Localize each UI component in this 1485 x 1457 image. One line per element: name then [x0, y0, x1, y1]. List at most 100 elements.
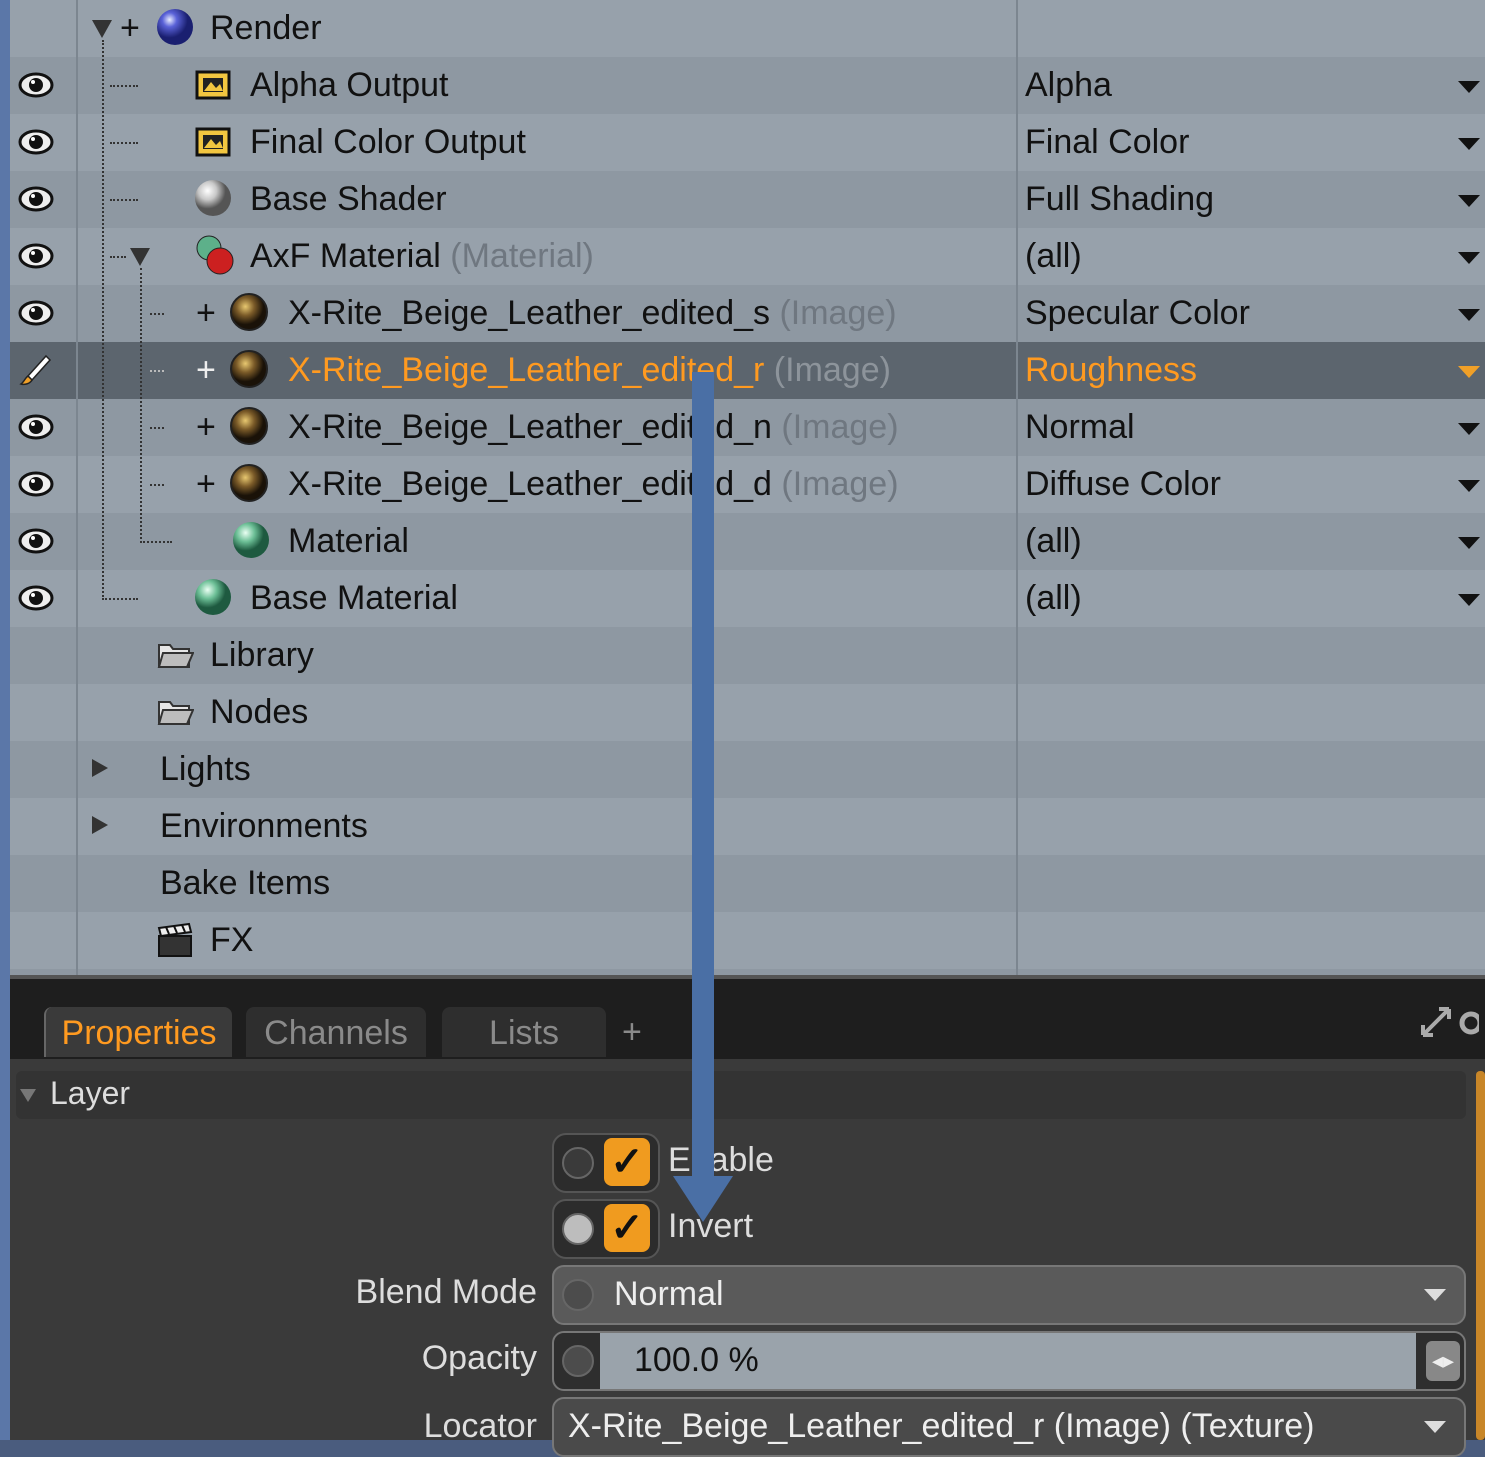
expand-gear-icons[interactable]: [1419, 1005, 1483, 1047]
scrollbar[interactable]: [1476, 1071, 1485, 1440]
eye-visibility-icon[interactable]: [18, 411, 54, 443]
tree-row-image-layer-selected[interactable]: + X-Rite_Beige_Leather_edited_r (Image) …: [10, 342, 1485, 399]
collapse-caret-icon[interactable]: [92, 759, 108, 777]
blend-mode-label: Blend Mode: [355, 1273, 537, 1311]
tree-row-label: Lights: [160, 750, 251, 788]
effect-value[interactable]: Roughness: [1025, 350, 1197, 390]
invert-checkbox-group[interactable]: ✓: [552, 1199, 660, 1259]
tree-row-lights[interactable]: Lights: [10, 741, 1485, 798]
effect-value[interactable]: Specular Color: [1025, 293, 1250, 333]
tree-connector: [110, 85, 138, 87]
tree-row-label: Final Color Output: [250, 123, 526, 161]
tab-properties[interactable]: Properties: [44, 1007, 232, 1057]
dropdown-arrow-icon[interactable]: [1458, 537, 1480, 549]
tree-row-nodes[interactable]: Nodes: [10, 684, 1485, 741]
opacity-slider[interactable]: 100.0 % ◂▸: [552, 1331, 1466, 1391]
tree-row-image-layer[interactable]: + X-Rite_Beige_Leather_edited_n (Image) …: [10, 399, 1485, 456]
folder-icon: [157, 701, 194, 725]
blend-mode-dropdown[interactable]: Normal: [552, 1265, 1466, 1325]
add-icon[interactable]: +: [196, 464, 216, 504]
tree-row-image-layer[interactable]: + X-Rite_Beige_Leather_edited_s (Image) …: [10, 285, 1485, 342]
eye-visibility-icon[interactable]: [18, 240, 54, 272]
dropdown-arrow-icon[interactable]: [1458, 366, 1480, 378]
tree-row-base-material[interactable]: Base Material (all): [10, 570, 1485, 627]
expand-icon[interactable]: [1419, 1005, 1483, 1039]
locator-value: X-Rite_Beige_Leather_edited_r (Image) (T…: [568, 1407, 1315, 1445]
effect-value[interactable]: Normal: [1025, 407, 1135, 447]
tree-row-label: Render: [210, 9, 322, 47]
paint-brush-icon[interactable]: [18, 354, 54, 386]
tree-connector: [150, 370, 164, 372]
eye-visibility-icon[interactable]: [18, 468, 54, 500]
enable-checkbox-group[interactable]: ✓: [552, 1133, 660, 1193]
collapse-caret-icon[interactable]: [92, 816, 108, 834]
locator-dropdown[interactable]: X-Rite_Beige_Leather_edited_r (Image) (T…: [552, 1397, 1466, 1457]
add-icon[interactable]: +: [196, 350, 216, 390]
tree-row-axf-material[interactable]: AxF Material (Material) (all): [10, 228, 1485, 285]
opacity-value[interactable]: 100.0 %: [634, 1341, 759, 1380]
tab-channels[interactable]: Channels: [246, 1007, 426, 1057]
dropdown-arrow-icon[interactable]: [1458, 423, 1480, 435]
eye-visibility-icon[interactable]: [18, 126, 54, 158]
dropdown-arrow-icon: [1424, 1289, 1446, 1301]
slider-handle-icon[interactable]: ◂▸: [1426, 1341, 1460, 1381]
eye-visibility-icon[interactable]: [18, 582, 54, 614]
tree-row-final-color-output[interactable]: Final Color Output Final Color: [10, 114, 1485, 171]
dropdown-arrow-icon[interactable]: [1458, 480, 1480, 492]
tree-row-label: X-Rite_Beige_Leather_edited_s (Image): [288, 294, 897, 332]
tree-row-alpha-output[interactable]: Alpha Output Alpha: [10, 57, 1485, 114]
add-icon[interactable]: +: [196, 293, 216, 333]
effect-value[interactable]: (all): [1025, 236, 1082, 276]
tree-row-library[interactable]: Library: [10, 627, 1485, 684]
eye-visibility-icon[interactable]: [18, 525, 54, 557]
tree-row-environments[interactable]: Environments: [10, 798, 1485, 855]
dropdown-arrow-icon[interactable]: [1458, 195, 1480, 207]
dropdown-arrow-icon[interactable]: [1458, 81, 1480, 93]
blend-mode-value: Normal: [614, 1275, 724, 1313]
image-output-icon: [195, 70, 231, 100]
channel-radio[interactable]: [562, 1279, 594, 1311]
tree-row-bake-items[interactable]: Bake Items: [10, 855, 1485, 912]
tree-connector: [150, 427, 164, 429]
tree-row-image-layer[interactable]: + X-Rite_Beige_Leather_edited_d (Image) …: [10, 456, 1485, 513]
channel-radio[interactable]: [562, 1345, 594, 1377]
tree-connector: [102, 598, 138, 600]
channel-radio[interactable]: [562, 1147, 594, 1179]
dropdown-arrow-icon[interactable]: [1458, 309, 1480, 321]
eye-visibility-icon[interactable]: [18, 69, 54, 101]
channel-radio[interactable]: [562, 1213, 594, 1245]
expand-caret-icon[interactable]: [92, 20, 112, 38]
dropdown-arrow-icon[interactable]: [1458, 252, 1480, 264]
effect-value[interactable]: Alpha: [1025, 65, 1112, 105]
tree-row-label: Environments: [160, 807, 368, 845]
effect-value[interactable]: Diffuse Color: [1025, 464, 1221, 504]
tree-row-label: Base Shader: [250, 180, 447, 218]
properties-panel: Properties Channels Lists + Layer ✓ Enab…: [10, 975, 1485, 1457]
collapse-triangle-icon[interactable]: [20, 1089, 36, 1102]
tree-row-label: Alpha Output: [250, 66, 449, 104]
effect-value[interactable]: (all): [1025, 578, 1082, 618]
eye-visibility-icon[interactable]: [18, 297, 54, 329]
add-tab-button[interactable]: +: [622, 1013, 642, 1052]
tree-row-base-shader[interactable]: Base Shader Full Shading: [10, 171, 1485, 228]
layer-section-header[interactable]: Layer: [16, 1071, 1466, 1119]
dropdown-arrow-icon[interactable]: [1458, 594, 1480, 606]
eye-visibility-icon[interactable]: [18, 183, 54, 215]
enable-checkbox[interactable]: ✓: [604, 1138, 650, 1186]
add-icon[interactable]: +: [120, 8, 140, 48]
invert-checkbox[interactable]: ✓: [604, 1204, 650, 1252]
effect-value[interactable]: Final Color: [1025, 122, 1189, 162]
tree-row-label: Bake Items: [160, 864, 331, 902]
expand-caret-icon[interactable]: [130, 248, 150, 266]
tree-row-fx[interactable]: FX: [10, 912, 1485, 969]
material-sphere-icon: [233, 522, 269, 558]
tree-row-render[interactable]: + Render: [10, 0, 1485, 57]
tree-row-material[interactable]: Material (all): [10, 513, 1485, 570]
effect-value[interactable]: Full Shading: [1025, 179, 1214, 219]
tree-connector: [102, 40, 104, 600]
image-output-icon: [195, 127, 231, 157]
tab-lists[interactable]: Lists: [442, 1007, 606, 1057]
add-icon[interactable]: +: [196, 407, 216, 447]
effect-value[interactable]: (all): [1025, 521, 1082, 561]
dropdown-arrow-icon[interactable]: [1458, 138, 1480, 150]
